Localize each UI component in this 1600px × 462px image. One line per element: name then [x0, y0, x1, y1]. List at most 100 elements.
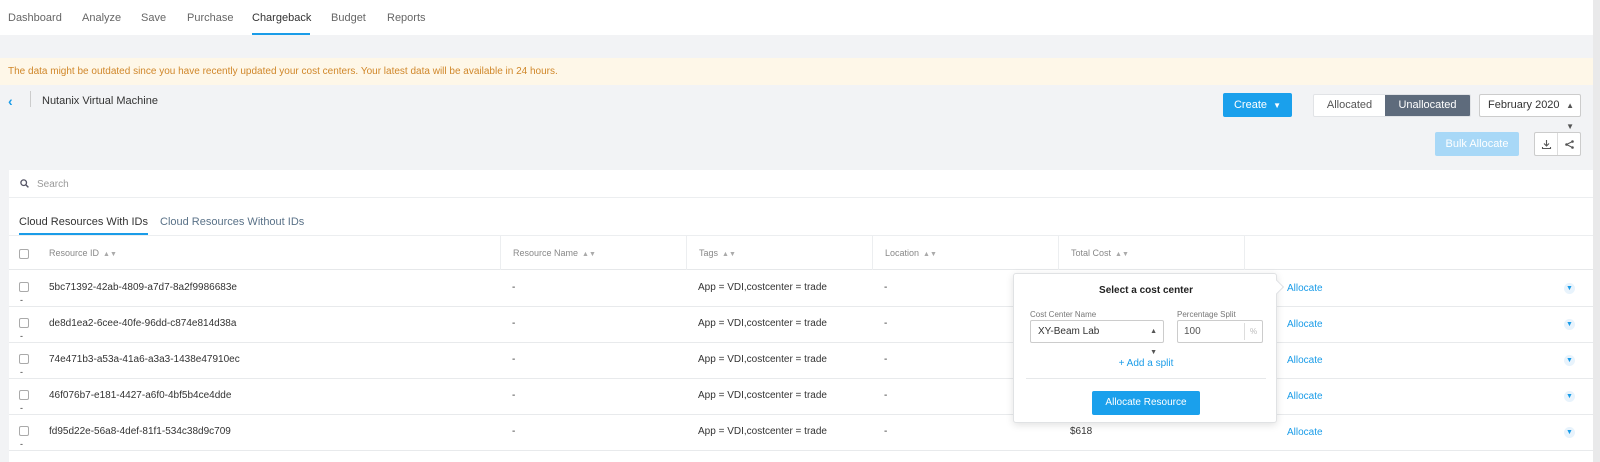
table-row: - de8d1ea2-6cee-40fe-96dd-c874e814d38a -…	[9, 307, 1593, 343]
cell-tags: App = VDI,costcenter = trade	[698, 282, 827, 293]
row-expand-marker: -	[20, 439, 23, 449]
tab-dashboard[interactable]: Dashboard	[8, 12, 62, 24]
bulk-allocate-button[interactable]: Bulk Allocate	[1435, 132, 1519, 156]
add-split-link[interactable]: + Add a split	[1014, 358, 1278, 369]
create-button[interactable]: Create ▼	[1223, 93, 1292, 117]
row-expand-marker: -	[20, 295, 23, 305]
back-icon[interactable]: ‹	[8, 93, 13, 109]
tab-analyze[interactable]: Analyze	[82, 12, 121, 24]
cell-tags: App = VDI,costcenter = trade	[698, 390, 827, 401]
table-row: - fd95d22e-56a8-4def-81f1-534c38d9c709 -…	[9, 415, 1593, 451]
allocated-toggle-option[interactable]: Allocated	[1314, 95, 1385, 116]
row-expand-marker: -	[20, 403, 23, 413]
allocate-link[interactable]: Allocate	[1287, 391, 1323, 402]
search-input[interactable]: Search	[37, 179, 69, 190]
allocate-resource-button[interactable]: Allocate Resource	[1092, 391, 1200, 415]
row-checkbox[interactable]	[19, 318, 29, 328]
share-icon[interactable]	[1557, 133, 1580, 155]
row-expand-marker: -	[20, 331, 23, 341]
cell-resource-name: -	[512, 390, 516, 401]
top-nav: Dashboard Analyze Save Purchase Chargeba…	[0, 0, 1600, 35]
cost-center-select[interactable]: XY-Beam Lab ▲ ▼	[1030, 320, 1164, 356]
expand-chevron-icon[interactable]: ▼	[1564, 427, 1575, 438]
sort-icon: ▲▼	[923, 251, 937, 258]
header-tags[interactable]: Tags ▲▼	[686, 236, 872, 270]
export-share-group	[1534, 132, 1581, 156]
tab-without-ids[interactable]: Cloud Resources Without IDs	[160, 216, 304, 228]
allocate-link[interactable]: Allocate	[1287, 319, 1323, 330]
sort-icon: ▲▼	[722, 251, 736, 258]
page-scrollbar[interactable]	[1593, 0, 1600, 462]
percentage-split-label: Percentage Split	[1177, 310, 1236, 319]
popover-title: Select a cost center	[1099, 285, 1193, 296]
allocate-link[interactable]: Allocate	[1287, 355, 1323, 366]
header-resource-name[interactable]: Resource Name ▲▼	[500, 236, 686, 270]
cell-total-cost: $618	[1070, 426, 1093, 437]
chevron-down-icon: ▼	[1273, 101, 1281, 110]
popover-divider	[1026, 378, 1266, 379]
cell-resource-name: -	[512, 354, 516, 365]
header-actions	[1244, 236, 1581, 270]
cell-resource-id: 74e471b3-a53a-41a6-a3a3-1438e47910ec	[49, 354, 240, 365]
header-label: Resource ID	[49, 248, 100, 258]
expand-chevron-icon[interactable]: ▼	[1564, 391, 1575, 402]
expand-chevron-icon[interactable]: ▼	[1564, 355, 1575, 366]
select-arrows-icon: ▲ ▼	[1150, 328, 1157, 356]
header-label: Total Cost	[1071, 248, 1112, 258]
month-select[interactable]: February 2020 ▲ ▼	[1479, 94, 1581, 131]
cell-resource-name: -	[512, 318, 516, 329]
row-checkbox[interactable]	[19, 390, 29, 400]
cell-resource-id: 5bc71392-42ab-4809-a7d7-8a2f9986683e	[49, 282, 237, 293]
table-row: - 5bc71392-42ab-4809-a7d7-8a2f9986683e -…	[9, 271, 1593, 307]
tab-save[interactable]: Save	[141, 12, 166, 24]
cell-tags: App = VDI,costcenter = trade	[698, 354, 827, 365]
tab-with-ids[interactable]: Cloud Resources With IDs	[19, 216, 148, 228]
cost-center-popover: Select a cost center Cost Center Name Pe…	[1013, 273, 1285, 423]
cell-resource-id: 46f076b7-e181-4427-a6f0-4bf5b4ce4dde	[49, 390, 232, 401]
create-button-label: Create	[1233, 99, 1268, 111]
table-row: - 74e471b3-a53a-41a6-a3a3-1438e47910ec -…	[9, 343, 1593, 379]
sort-icon: ▲▼	[582, 251, 596, 258]
tab-purchase[interactable]: Purchase	[187, 12, 233, 24]
expand-chevron-icon[interactable]: ▼	[1564, 319, 1575, 330]
expand-chevron-icon[interactable]: ▼	[1564, 283, 1575, 294]
cell-resource-name: -	[512, 426, 516, 437]
cell-location: -	[884, 318, 888, 329]
cost-center-value: XY-Beam Lab	[1038, 326, 1100, 337]
allocation-toggle: Allocated Unallocated	[1313, 94, 1471, 117]
resources-card: Search Cloud Resources With IDs Cloud Re…	[9, 170, 1593, 462]
header-total-cost[interactable]: Total Cost ▲▼	[1058, 236, 1244, 270]
allocate-link[interactable]: Allocate	[1287, 427, 1323, 438]
search-icon	[20, 179, 29, 191]
outdated-data-warning: The data might be outdated since you hav…	[0, 58, 1593, 85]
header-label: Tags	[699, 248, 719, 258]
search-bar[interactable]: Search	[9, 170, 1593, 198]
unallocated-toggle-option[interactable]: Unallocated	[1385, 95, 1470, 116]
header-location[interactable]: Location ▲▼	[872, 236, 1058, 270]
allocate-link[interactable]: Allocate	[1287, 283, 1323, 294]
header-label: Resource Name	[513, 248, 579, 258]
cell-resource-name: -	[512, 282, 516, 293]
table-header: Resource ID ▲▼ Resource Name ▲▼ Tags ▲▼ Loc…	[9, 236, 1593, 270]
download-icon[interactable]	[1535, 133, 1557, 155]
tab-budget[interactable]: Budget	[331, 12, 366, 24]
active-tab-indicator	[252, 33, 310, 35]
table-row: - 46f076b7-e181-4427-a6f0-4bf5b4ce4dde -…	[9, 379, 1593, 415]
cost-center-label: Cost Center Name	[1030, 310, 1097, 319]
row-expand-marker: -	[20, 367, 23, 377]
page-title: Nutanix Virtual Machine	[42, 95, 158, 107]
cell-tags: App = VDI,costcenter = trade	[698, 426, 827, 437]
tab-chargeback[interactable]: Chargeback	[252, 12, 311, 24]
cell-location: -	[884, 426, 888, 437]
row-checkbox[interactable]	[19, 354, 29, 364]
percentage-split-input[interactable]: 100 %	[1177, 320, 1263, 343]
month-select-value: February 2020	[1488, 99, 1560, 111]
tab-reports[interactable]: Reports	[387, 12, 426, 24]
cell-location: -	[884, 354, 888, 365]
row-checkbox[interactable]	[19, 426, 29, 436]
select-all-checkbox[interactable]	[19, 249, 29, 259]
row-checkbox[interactable]	[19, 282, 29, 292]
header-resource-id[interactable]: Resource ID ▲▼	[37, 236, 500, 270]
cell-resource-id: de8d1ea2-6cee-40fe-96dd-c874e814d38a	[49, 318, 237, 329]
breadcrumb-divider	[30, 91, 31, 107]
